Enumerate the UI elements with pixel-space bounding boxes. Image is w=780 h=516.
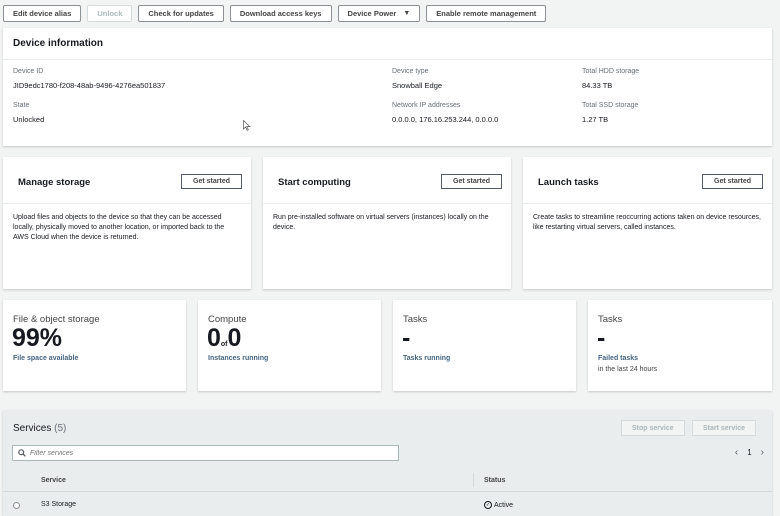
column-header-status[interactable]: Status [484,477,505,484]
services-count: (5) [54,423,67,434]
column-divider [473,473,474,487]
total-ssd-value: 1.27 TB [582,115,609,124]
service-status-cell: ✓ Active [484,501,513,509]
launch-tasks-get-started-button[interactable]: Get started [702,174,763,189]
service-status-text: Active [494,501,514,509]
divider [263,203,511,204]
device-power-label: Device Power [347,9,397,18]
instances-running-link[interactable]: Instances running [208,355,268,362]
device-information-panel: Device information Device ID JID9edc1780… [3,28,772,146]
device-type-field: Device type Snowball Edge [392,68,442,90]
network-ip-value: 0.0.0.0, 176.16.253.244, 0.0.0.0 [392,115,499,124]
start-computing-description: Run pre-installed software on virtual se… [273,214,489,232]
device-id-value: JID9edc1780-f208-48ab-9496-4276ea501837 [13,81,166,90]
download-access-keys-button[interactable]: Download access keys [229,5,332,22]
services-title-text: Services [13,423,52,434]
manage-storage-description: Upload files and objects to the device s… [13,214,225,242]
next-page-icon[interactable]: › [761,447,764,458]
device-information-title: Device information [3,28,772,60]
instances-total-count: 0 [227,324,242,352]
instances-running-count: 0 [207,324,221,352]
launch-tasks-card: Launch tasks Get started Create tasks to… [523,157,772,289]
failed-tasks-metric: Tasks - Failed tasks in the last 24 hour… [588,300,772,391]
network-ip-field: Network IP addresses 0.0.0.0, 176.16.253… [392,102,498,124]
caret-down-icon: ▼ [403,10,411,17]
launch-tasks-title: Launch tasks [538,177,599,188]
service-name-cell: S3 Storage [41,501,77,508]
total-hdd-value: 84.33 TB [582,81,613,90]
failed-tasks-period: in the last 24 hours [598,366,658,373]
state-value: Unlocked [13,115,45,124]
device-type-value: Snowball Edge [392,81,443,90]
total-ssd-field: Total SSD storage 1.27 TB [582,102,638,124]
check-circle-icon: ✓ [484,501,492,509]
check-for-updates-button[interactable]: Check for updates [138,5,224,22]
tasks-running-metric: Tasks - Tasks running [393,300,576,391]
file-object-storage-metric: File & object storage 99% File space ava… [3,300,186,391]
file-space-available-link[interactable]: File space available [13,355,78,362]
start-computing-get-started-button[interactable]: Get started [441,174,502,189]
device-id-label: Device ID [13,68,44,75]
start-computing-title: Start computing [278,177,351,188]
manage-storage-title: Manage storage [18,177,91,188]
total-hdd-field: Total HDD storage 84.33 TB [582,68,639,90]
total-hdd-label: Total HDD storage [582,68,640,75]
services-panel: Services (5) Stop service Start service … [3,410,772,516]
device-power-dropdown[interactable]: Device Power ▼ [337,5,421,22]
stop-service-button[interactable]: Stop service [621,420,685,436]
state-field: State Unlocked [13,102,44,124]
divider [3,203,251,204]
edit-device-alias-button[interactable]: Edit device alias [3,5,82,22]
previous-page-icon[interactable]: ‹ [735,447,738,458]
current-page[interactable]: 1 [747,448,751,457]
mouse-cursor-icon [243,120,251,131]
divider [523,203,772,204]
compute-metric: Compute 0of0 Instances running [198,300,381,391]
column-header-service[interactable]: Service [41,477,66,484]
start-service-button[interactable]: Start service [692,420,757,436]
metric-value: - [402,324,411,352]
device-type-label: Device type [392,68,429,75]
services-title: Services (5) [13,423,66,434]
failed-tasks-link[interactable]: Failed tasks [598,355,638,362]
pagination: ‹ 1 › [735,447,764,458]
filter-services-field[interactable] [12,445,399,461]
manage-storage-get-started-button[interactable]: Get started [181,174,242,189]
search-icon [18,449,26,457]
unlock-button[interactable]: Unlock [87,5,133,22]
toolbar: Edit device alias Unlock Check for updat… [3,5,547,22]
tasks-running-link[interactable]: Tasks running [403,355,450,362]
device-id-field: Device ID JID9edc1780-f208-48ab-9496-427… [13,68,165,90]
network-ip-label: Network IP addresses [392,102,461,109]
metric-value: 99% [12,324,63,352]
metric-value: - [597,324,606,352]
table-divider [3,491,772,492]
start-computing-card: Start computing Get started Run pre-inst… [263,157,511,289]
metric-value: 0of0 [207,326,241,351]
row-select-radio[interactable] [13,502,20,509]
launch-tasks-description: Create tasks to streamline reoccurring a… [533,214,761,232]
manage-storage-card: Manage storage Get started Upload files … [3,157,251,289]
state-label: State [13,102,30,109]
total-ssd-label: Total SSD storage [582,102,639,109]
enable-remote-management-button[interactable]: Enable remote management [426,5,547,22]
of-text: of [220,341,228,348]
filter-services-input[interactable] [30,449,370,457]
